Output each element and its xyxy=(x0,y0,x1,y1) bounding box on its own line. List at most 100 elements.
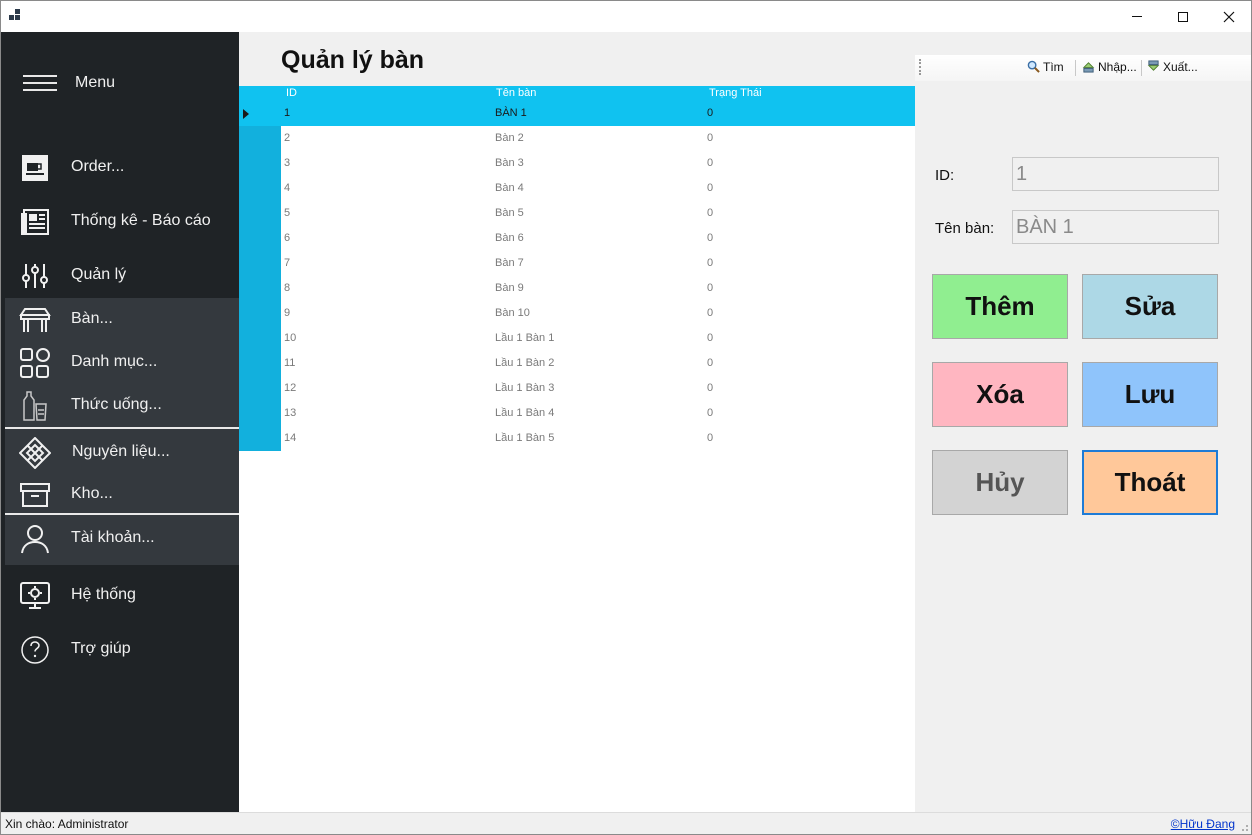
cell-status[interactable]: 0 xyxy=(707,132,713,144)
maximize-button[interactable] xyxy=(1160,1,1206,32)
column-header-name[interactable]: Tên bàn xyxy=(496,87,536,99)
table-row[interactable]: 7 Bàn 7 0 xyxy=(239,251,915,276)
resize-grip-icon[interactable] xyxy=(1239,822,1249,832)
cell-name[interactable]: Bàn 6 xyxy=(495,232,524,244)
cell-status[interactable]: 0 xyxy=(707,332,713,344)
toolbar-grip[interactable] xyxy=(919,59,921,75)
name-field[interactable]: BÀN 1 xyxy=(1012,210,1219,244)
cell-id[interactable]: 7 xyxy=(284,257,290,269)
import-button[interactable]: Nhập... xyxy=(1082,60,1137,74)
menu-toggle[interactable]: Menu xyxy=(1,68,239,98)
cell-status[interactable]: 0 xyxy=(707,207,713,219)
author-link[interactable]: ©Hữu Đang xyxy=(1171,817,1235,831)
cell-id[interactable]: 8 xyxy=(284,282,290,294)
table-row[interactable]: 14 Lầu 1 Bàn 5 0 xyxy=(239,426,915,451)
cell-status[interactable]: 0 xyxy=(707,357,713,369)
table-row[interactable]: 4 Bàn 4 0 xyxy=(239,176,915,201)
cell-name[interactable]: Bàn 9 xyxy=(495,282,524,294)
main-content: Quản lý bàn ID Tên bàn Trạng Thái 1 BÀN 1… xyxy=(239,32,1251,812)
column-header-status[interactable]: Trạng Thái xyxy=(709,87,762,99)
cell-status[interactable]: 0 xyxy=(707,232,713,244)
cell-name[interactable]: Bàn 7 xyxy=(495,257,524,269)
cell-status[interactable]: 0 xyxy=(707,282,713,294)
cell-status[interactable]: 0 xyxy=(707,432,713,444)
sidebar-item-order[interactable]: Order... xyxy=(1,146,239,190)
grid-header: ID Tên bàn Trạng Thái xyxy=(239,86,915,101)
detail-panel: Tìm Nhập... Xuất... ID: 1 Tên bàn: BÀN 1… xyxy=(915,55,1251,812)
cell-status[interactable]: 0 xyxy=(707,307,713,319)
sidebar-item-warehouse[interactable]: Kho... xyxy=(1,475,239,515)
cell-id[interactable]: 1 xyxy=(284,107,290,119)
cell-name[interactable]: BÀN 1 xyxy=(495,107,527,119)
sidebar-item-reports[interactable]: Thống kê - Báo cáo xyxy=(1,200,239,244)
table-row[interactable]: 12 Lầu 1 Bàn 3 0 xyxy=(239,376,915,401)
id-field[interactable]: 1 xyxy=(1012,157,1219,191)
table-row[interactable]: 3 Bàn 3 0 xyxy=(239,151,915,176)
cell-id[interactable]: 2 xyxy=(284,132,290,144)
search-button[interactable]: Tìm xyxy=(1027,60,1064,74)
cell-id[interactable]: 9 xyxy=(284,307,290,319)
cell-id[interactable]: 10 xyxy=(284,332,296,344)
cell-id[interactable]: 3 xyxy=(284,157,290,169)
import-icon xyxy=(1082,62,1095,73)
cell-status[interactable]: 0 xyxy=(707,107,713,119)
edit-button[interactable]: Sửa xyxy=(1082,274,1218,339)
cell-name[interactable]: Lầu 1 Bàn 4 xyxy=(495,407,554,419)
column-header-id[interactable]: ID xyxy=(286,87,297,99)
sidebar-item-management[interactable]: Quản lý xyxy=(1,254,239,298)
sidebar-item-ingredients[interactable]: Nguyên liệu... xyxy=(1,433,239,473)
cell-status[interactable]: 0 xyxy=(707,257,713,269)
table-row[interactable]: 2 Bàn 2 0 xyxy=(239,126,915,151)
cell-id[interactable]: 5 xyxy=(284,207,290,219)
exit-button[interactable]: Thoát xyxy=(1082,450,1218,515)
sidebar-item-help[interactable]: Trợ giúp xyxy=(1,628,239,672)
cell-id[interactable]: 14 xyxy=(284,432,296,444)
sidebar-item-tables[interactable]: Bàn... xyxy=(1,300,239,340)
table-row[interactable]: 5 Bàn 5 0 xyxy=(239,201,915,226)
close-button[interactable] xyxy=(1206,1,1252,32)
cell-name[interactable]: Lầu 1 Bàn 5 xyxy=(495,432,554,444)
cell-name[interactable]: Bàn 10 xyxy=(495,307,530,319)
search-icon xyxy=(1027,60,1040,73)
cell-name[interactable]: Lầu 1 Bàn 1 xyxy=(495,332,554,344)
sidebar-item-accounts[interactable]: Tài khoản... xyxy=(1,519,239,559)
cell-name[interactable]: Lầu 1 Bàn 2 xyxy=(495,357,554,369)
table-row[interactable]: 1 BÀN 1 0 xyxy=(239,101,915,126)
sidebar-item-system[interactable]: Hệ thống xyxy=(1,574,239,618)
cell-status[interactable]: 0 xyxy=(707,382,713,394)
cell-name[interactable]: Bàn 3 xyxy=(495,157,524,169)
table-row[interactable]: 13 Lầu 1 Bàn 4 0 xyxy=(239,401,915,426)
sidebar-item-drinks[interactable]: Thức uống... xyxy=(1,386,239,426)
sidebar-item-label: Bàn... xyxy=(71,310,113,327)
cell-status[interactable]: 0 xyxy=(707,407,713,419)
cell-status[interactable]: 0 xyxy=(707,157,713,169)
table-row[interactable]: 8 Bàn 9 0 xyxy=(239,276,915,301)
cell-id[interactable]: 13 xyxy=(284,407,296,419)
delete-button[interactable]: Xóa xyxy=(932,362,1068,427)
search-label: Tìm xyxy=(1043,60,1064,74)
drinks-icon xyxy=(23,391,47,421)
cell-name[interactable]: Bàn 2 xyxy=(495,132,524,144)
cell-id[interactable]: 6 xyxy=(284,232,290,244)
sidebar-item-label: Thức uống... xyxy=(71,396,162,413)
table-row[interactable]: 6 Bàn 6 0 xyxy=(239,226,915,251)
sidebar: Menu Order... Thống kê - Báo cáo Quản lý… xyxy=(1,32,239,812)
cell-status[interactable]: 0 xyxy=(707,182,713,194)
table-row[interactable]: 11 Lầu 1 Bàn 2 0 xyxy=(239,351,915,376)
cell-id[interactable]: 11 xyxy=(284,357,295,369)
add-button[interactable]: Thêm xyxy=(932,274,1068,339)
cell-name[interactable]: Bàn 4 xyxy=(495,182,524,194)
cell-name[interactable]: Lầu 1 Bàn 3 xyxy=(495,382,554,394)
table-row[interactable]: 10 Lầu 1 Bàn 1 0 xyxy=(239,326,915,351)
cell-id[interactable]: 12 xyxy=(284,382,296,394)
minimize-button[interactable] xyxy=(1114,1,1160,32)
cell-name[interactable]: Bàn 5 xyxy=(495,207,524,219)
cancel-button[interactable]: Hủy xyxy=(932,450,1068,515)
sidebar-item-categories[interactable]: Danh mục... xyxy=(1,343,239,383)
title-bar[interactable] xyxy=(1,1,1251,32)
cell-id[interactable]: 4 xyxy=(284,182,290,194)
save-button[interactable]: Lưu xyxy=(1082,362,1218,427)
inventory-submenu: Nguyên liệu... Kho... xyxy=(5,429,239,513)
export-button[interactable]: Xuất... xyxy=(1147,60,1198,74)
table-row[interactable]: 9 Bàn 10 0 xyxy=(239,301,915,326)
